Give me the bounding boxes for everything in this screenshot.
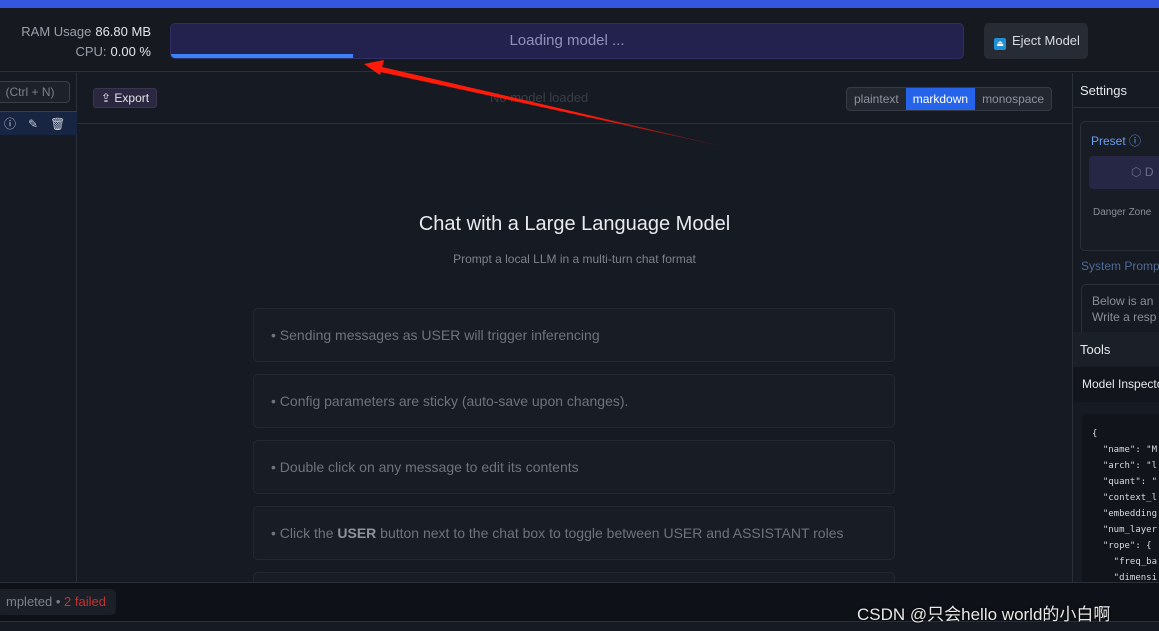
upload-icon: ⇪ xyxy=(101,91,112,105)
tip-text: button next to the chat box to toggle be… xyxy=(376,525,844,541)
resource-stats: RAM Usage 86.80 MB CPU: 0.00 % xyxy=(21,22,151,62)
preset-label-text: Preset xyxy=(1091,134,1126,148)
system-prompt-label: System Promp xyxy=(1081,259,1159,273)
preset-label: Preset ⓘ xyxy=(1091,132,1141,149)
cube-icon: ⬡ xyxy=(1131,165,1142,179)
tools-title: Tools xyxy=(1073,332,1159,367)
info-icon[interactable]: ⓘ xyxy=(1129,134,1141,148)
danger-zone-label: Danger Zone xyxy=(1093,207,1152,218)
ram-value: 86.80 MB xyxy=(95,24,151,39)
status-completed: mpleted xyxy=(6,594,53,609)
status-separator: • xyxy=(52,594,65,609)
edit-icon[interactable]: ✎ xyxy=(28,117,38,131)
model-json-preview: { "name": "M "arch": "l "quant": " "cont… xyxy=(1082,414,1159,582)
eject-model-button[interactable]: ⏏ Eject Model xyxy=(984,23,1088,59)
loading-progress-fill xyxy=(171,54,354,58)
settings-panel: Settings Preset ⓘ ⬡ D Danger Zone System… xyxy=(1072,73,1159,582)
settings-title: Settings xyxy=(1073,73,1159,108)
selected-chat-item[interactable]: ⓘ ✎ 🗑 xyxy=(0,111,77,135)
chat-sidebar: (Ctrl + N) ⓘ ✎ 🗑 xyxy=(0,73,77,582)
cpu-label: CPU: xyxy=(75,44,107,59)
model-loading-bar[interactable]: Loading model ... xyxy=(170,23,964,59)
trash-icon[interactable]: 🗑 xyxy=(50,117,65,131)
format-toggle: plaintext markdown monospace xyxy=(846,87,1053,111)
preset-button[interactable]: ⬡ D xyxy=(1089,156,1159,189)
download-status[interactable]: mpleted • 2 failed xyxy=(0,589,116,615)
preset-button-label: D xyxy=(1144,165,1154,179)
page-title: Chat with a Large Language Model xyxy=(418,213,731,235)
eject-icon: ⏏ xyxy=(994,38,1006,50)
ram-label: RAM Usage xyxy=(21,24,92,39)
header: RAM Usage 86.80 MB CPU: 0.00 % Loading mod… xyxy=(0,8,1159,72)
tip-card: • Click the USER button next to the chat… xyxy=(253,506,895,560)
tip-bold: USER xyxy=(337,525,377,541)
export-button[interactable]: ⇪ Export xyxy=(93,88,158,108)
watermark: CSDN @只会hello world的小白啊 xyxy=(857,605,1111,624)
new-chat-button[interactable]: (Ctrl + N) xyxy=(0,81,70,103)
loading-text: Loading model ... xyxy=(509,32,625,49)
no-model-status: No model loaded xyxy=(490,90,589,105)
preset-section: Preset ⓘ ⬡ D Danger Zone xyxy=(1080,121,1159,251)
format-plaintext[interactable]: plaintext xyxy=(847,88,906,110)
info-icon[interactable]: ⓘ xyxy=(4,115,16,132)
tip-card: • Double click on any message to edit it… xyxy=(253,440,895,494)
tip-card: • Sending messages as USER will trigger … xyxy=(253,308,895,362)
page-subtitle: Prompt a local LLM in a multi-turn chat … xyxy=(453,252,696,266)
status-failed: 2 failed xyxy=(64,594,106,609)
export-label: Export xyxy=(114,91,150,105)
model-inspector-tab[interactable]: Model Inspecto xyxy=(1073,367,1159,402)
tip-card: • Config parameters are sticky (auto-sav… xyxy=(253,374,895,428)
cpu-value: 0.00 % xyxy=(110,44,151,59)
eject-label: Eject Model xyxy=(1012,33,1080,48)
chat-main: ⇪ Export No model loaded plaintext markd… xyxy=(77,73,1072,626)
format-markdown[interactable]: markdown xyxy=(905,88,976,110)
tools-section: Tools Model Inspecto { "name": "M "arch"… xyxy=(1073,332,1159,582)
tip-text: • Click the xyxy=(271,525,338,541)
top-accent-bar xyxy=(0,0,1159,8)
format-monospace[interactable]: monospace xyxy=(975,88,1051,110)
chat-toolbar: ⇪ Export No model loaded plaintext markd… xyxy=(77,73,1072,124)
